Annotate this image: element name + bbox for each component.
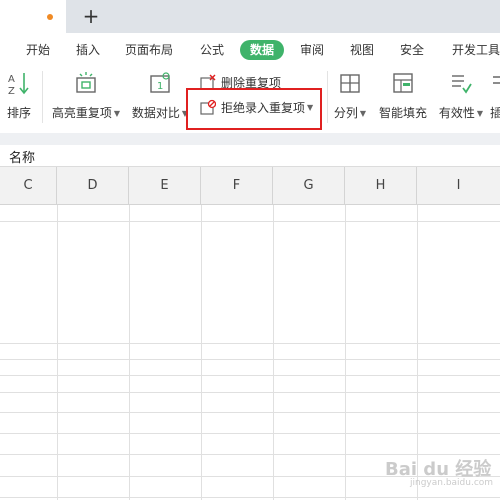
new-tab-button[interactable]: + <box>80 2 102 30</box>
column-header-d[interactable]: D <box>57 167 129 205</box>
validity-icon <box>452 75 472 94</box>
column-header-h[interactable]: H <box>345 167 417 205</box>
column-header-i[interactable]: I <box>417 167 500 205</box>
tab-insert[interactable]: 插入 <box>76 40 100 60</box>
highlight-duplicates-icon <box>76 72 96 93</box>
column-gridline <box>129 205 130 500</box>
row-gridline <box>0 359 500 360</box>
svg-text:1: 1 <box>157 81 163 92</box>
sort-az-icon: A Z <box>8 73 29 97</box>
data-compare-icon: 1 <box>150 72 170 93</box>
insert-dropdown-label: 插 <box>490 106 500 120</box>
row-gridline <box>0 221 500 222</box>
row-gridline <box>0 497 500 498</box>
divider <box>42 71 43 123</box>
tab-review[interactable]: 审阅 <box>300 40 324 60</box>
data-compare-button[interactable]: 1 数据对比 ▼ <box>130 71 190 121</box>
insert-dropdown-button[interactable]: 插 <box>490 71 500 121</box>
sort-label: 排序 <box>6 106 31 120</box>
document-tab[interactable] <box>0 0 66 33</box>
tab-view[interactable]: 视图 <box>350 40 374 60</box>
chevron-down-icon: ▼ <box>359 109 367 118</box>
column-gridline <box>345 205 346 500</box>
split-column-icon <box>340 74 360 93</box>
ribbon: 开始 插入 页面布局 公式 数据 审阅 视图 安全 开发工具 A Z 排序 高亮… <box>0 33 500 133</box>
column-gridline <box>273 205 274 500</box>
column-header-e[interactable]: E <box>129 167 201 205</box>
svg-text:A: A <box>8 74 15 85</box>
validity-button[interactable]: 有效性 ▼ <box>437 71 485 121</box>
validity-label: 有效性 <box>438 106 475 120</box>
tab-home[interactable]: 开始 <box>26 40 50 60</box>
highlight-duplicates-button[interactable]: 高亮重复项 ▼ <box>50 71 122 121</box>
row-gridline <box>0 392 500 393</box>
ribbon-divider-strip <box>0 133 500 145</box>
svg-text:Z: Z <box>8 86 15 95</box>
unsaved-dot-icon <box>47 14 53 20</box>
row-gridline <box>0 412 500 413</box>
split-column-button[interactable]: 分列 ▼ <box>332 71 368 121</box>
smart-fill-icon <box>393 73 413 93</box>
chevron-down-icon: ▼ <box>113 109 121 118</box>
name-bar: 名称 <box>0 145 500 167</box>
tab-developer[interactable]: 开发工具 <box>452 40 500 60</box>
column-header-f[interactable]: F <box>201 167 273 205</box>
watermark-url: jingyan.baidu.com <box>410 478 494 488</box>
highlight-annotation-box <box>186 88 322 130</box>
cell-content-display[interactable]: 名称 <box>9 147 35 166</box>
tab-data[interactable]: 数据 <box>240 40 285 60</box>
split-column-label: 分列 <box>333 106 358 120</box>
data-compare-label: 数据对比 <box>131 106 180 120</box>
smart-fill-button[interactable]: 智能填充 <box>377 71 429 121</box>
row-gridline <box>0 343 500 344</box>
column-gridline <box>201 205 202 500</box>
column-gridline <box>57 205 58 500</box>
window-tab-strip: + <box>0 0 500 33</box>
insert-dropdown-icon <box>493 76 500 84</box>
smart-fill-label: 智能填充 <box>378 106 427 120</box>
row-gridline <box>0 433 500 434</box>
column-header-c[interactable]: C <box>0 167 57 205</box>
divider <box>327 71 328 123</box>
chevron-down-icon: ▼ <box>476 109 484 118</box>
column-header-g[interactable]: G <box>273 167 345 205</box>
sort-button[interactable]: A Z 排序 <box>4 71 34 121</box>
tab-security[interactable]: 安全 <box>400 40 424 60</box>
row-gridline <box>0 375 500 376</box>
tab-formulas[interactable]: 公式 <box>200 40 224 60</box>
tab-page-layout[interactable]: 页面布局 <box>125 40 173 60</box>
highlight-duplicates-label: 高亮重复项 <box>51 106 112 120</box>
